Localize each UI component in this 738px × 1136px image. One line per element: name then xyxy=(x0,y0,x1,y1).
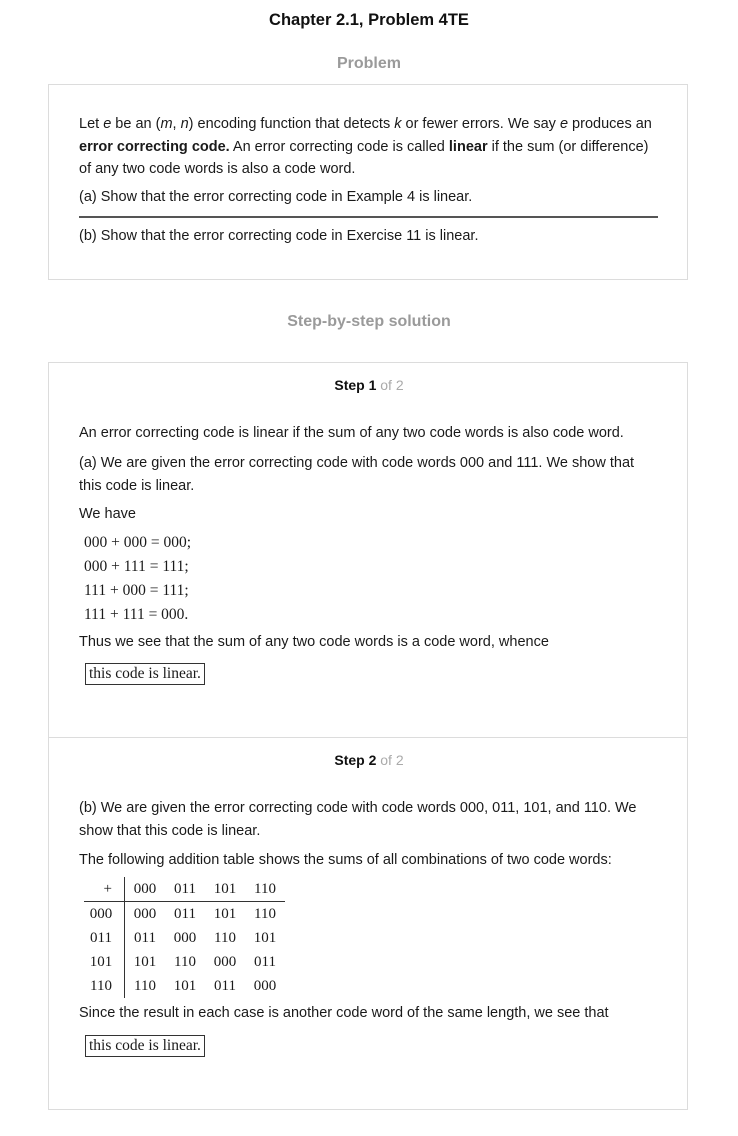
table-cell: 101 xyxy=(133,954,157,970)
step-divider xyxy=(49,737,687,738)
table-header-row: + 000 011 101 110 xyxy=(84,877,285,902)
solution-box: Step 1 of 2 An error correcting code is … xyxy=(48,362,688,1110)
table-cell: 110 xyxy=(174,954,196,970)
table-row: 101 101 110 000 011 xyxy=(84,950,285,974)
row-label: 110 xyxy=(84,974,125,998)
addition-table: + 000 011 101 110 000 000 011 101 110 01… xyxy=(84,877,285,998)
problem-box: Let e be an (m, n) encoding function tha… xyxy=(48,84,688,280)
table-cell: 011 xyxy=(254,954,276,970)
table-cell: 110 xyxy=(214,930,236,946)
table-cell: 011 xyxy=(214,978,236,994)
step1-heading: Step 1 of 2 xyxy=(334,377,404,393)
row-label: 101 xyxy=(84,950,125,974)
table-row: 000 000 011 101 110 xyxy=(84,901,285,926)
row-label: 011 xyxy=(84,926,125,950)
equation: 111 + 000 = 111; xyxy=(84,582,189,599)
step1-intro: An error correcting code is linear if th… xyxy=(79,425,624,441)
equation: 111 + 111 = 000. xyxy=(84,606,189,623)
table-cell: 000 xyxy=(253,978,277,994)
table-header-cell: 000 xyxy=(124,877,165,902)
problem-heading: Problem xyxy=(336,55,401,72)
table-cell: 000 xyxy=(213,954,237,970)
table-cell: 000 xyxy=(133,906,157,922)
equation: 000 + 000 = 000; xyxy=(84,534,192,551)
row-label: 000 xyxy=(84,901,125,926)
table-cell: 101 xyxy=(213,906,237,922)
table-row: 011 011 000 110 101 xyxy=(84,926,285,950)
table-header-cell: 110 xyxy=(245,877,285,902)
table-cell: 110 xyxy=(134,978,156,994)
problem-part-a: (a) Show that the error correcting code … xyxy=(79,189,473,205)
solution-heading: Step-by-step solution xyxy=(287,313,451,330)
divider xyxy=(79,216,658,218)
table-header-cell: 011 xyxy=(165,877,205,902)
problem-part-b: (b) Show that the error correcting code … xyxy=(79,228,479,244)
step1-equations: 000 + 000 = 000; 000 + 111 = 111; 111 + … xyxy=(84,531,191,627)
table-cell: 011 xyxy=(134,930,156,946)
table-header-cell: 101 xyxy=(205,877,245,902)
table-corner: + xyxy=(84,877,125,902)
table-cell: 011 xyxy=(174,906,196,922)
step2-heading: Step 2 of 2 xyxy=(334,752,404,768)
step2-conclusion: this code is linear. xyxy=(85,1035,205,1057)
page-title: Chapter 2.1, Problem 4TE xyxy=(269,11,469,29)
step1-thus: Thus we see that the sum of any two code… xyxy=(79,634,549,650)
step1-part-a: (a) We are given the error correcting co… xyxy=(79,455,635,494)
step2-part-b: (b) We are given the error correcting co… xyxy=(79,800,637,839)
problem-statement: Let e be an (m, n) encoding function tha… xyxy=(79,116,652,177)
table-cell: 000 xyxy=(173,930,197,946)
step2-since: Since the result in each case is another… xyxy=(79,1005,609,1021)
equation: 000 + 111 = 111; xyxy=(84,558,189,575)
step1-we-have: We have xyxy=(79,506,136,522)
table-row: 110 110 101 011 000 xyxy=(84,974,285,998)
step1-conclusion: this code is linear. xyxy=(85,663,205,685)
table-cell: 110 xyxy=(254,906,276,922)
table-cell: 101 xyxy=(173,978,197,994)
table-cell: 101 xyxy=(253,930,277,946)
step2-table-intro: The following addition table shows the s… xyxy=(79,852,612,868)
